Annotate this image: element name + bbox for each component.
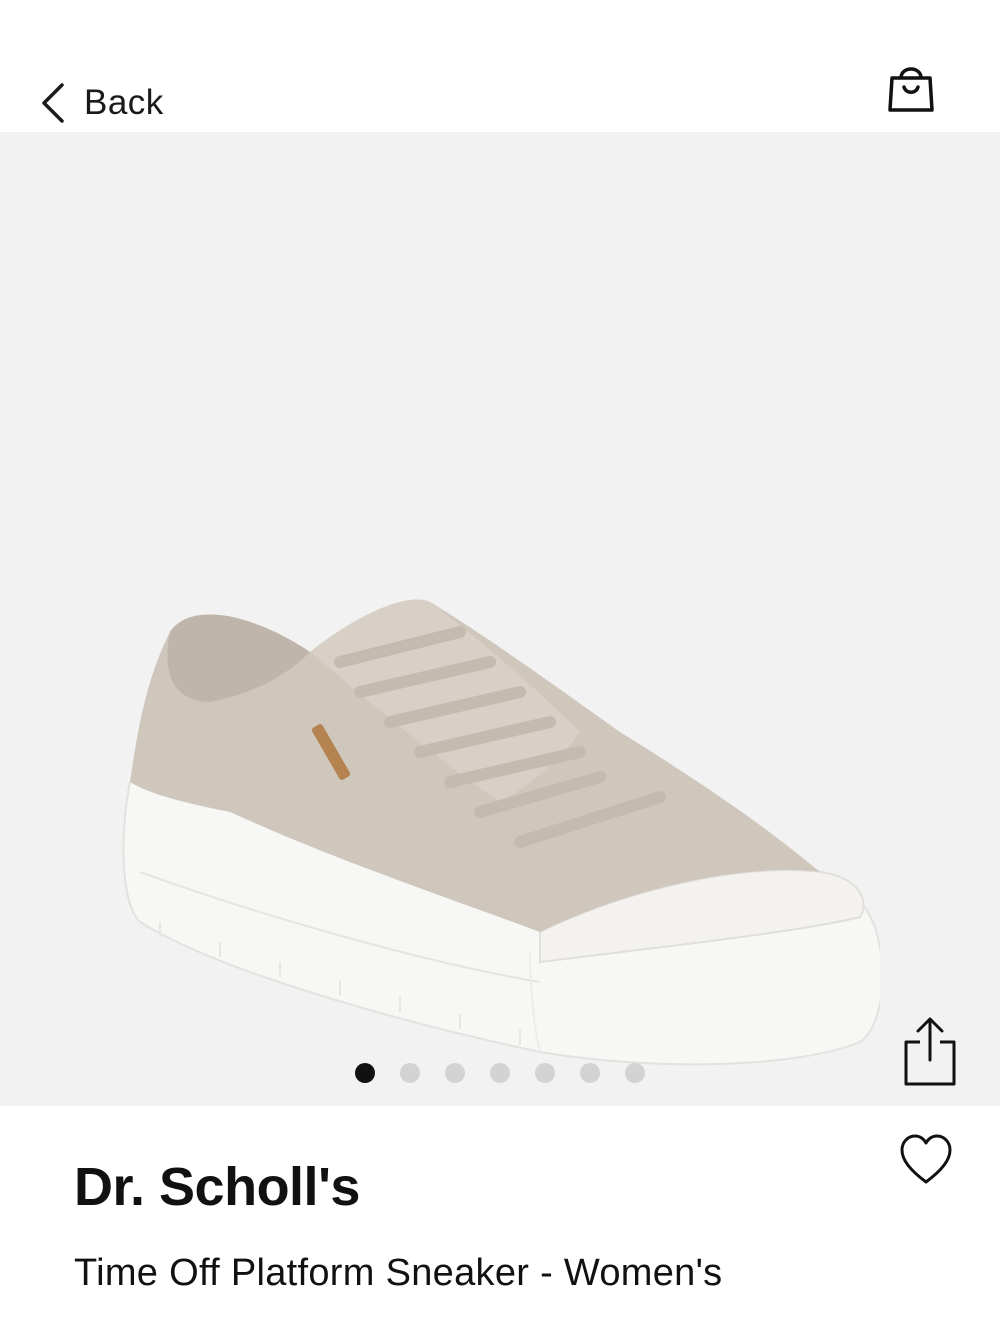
shopping-bag-icon [888, 67, 934, 112]
top-navigation-bar: Back [0, 0, 1000, 132]
shopping-bag-button[interactable] [884, 60, 938, 116]
product-name: Time Off Platform Sneaker - Women's [74, 1252, 723, 1294]
share-icon [904, 1017, 956, 1086]
favorite-button[interactable] [896, 1130, 956, 1190]
pagination-dot[interactable] [535, 1063, 555, 1083]
gallery-pagination [355, 1062, 670, 1084]
pagination-dot[interactable] [625, 1063, 645, 1083]
back-button[interactable]: Back [36, 78, 164, 128]
pagination-dot[interactable] [400, 1063, 420, 1083]
pagination-dot[interactable] [445, 1063, 465, 1083]
share-button[interactable] [900, 1016, 960, 1088]
pagination-dot[interactable] [580, 1063, 600, 1083]
back-label: Back [84, 83, 164, 122]
pagination-dot[interactable] [490, 1063, 510, 1083]
chevron-left-icon [36, 78, 70, 128]
product-image-gallery[interactable] [0, 132, 1000, 1106]
pagination-dot-active[interactable] [355, 1063, 375, 1083]
heart-icon [900, 1134, 952, 1184]
product-brand: Dr. Scholl's [74, 1157, 360, 1217]
product-image [122, 599, 880, 1066]
product-info-panel: Dr. Scholl's Time Off Platform Sneaker -… [0, 1106, 1000, 1333]
